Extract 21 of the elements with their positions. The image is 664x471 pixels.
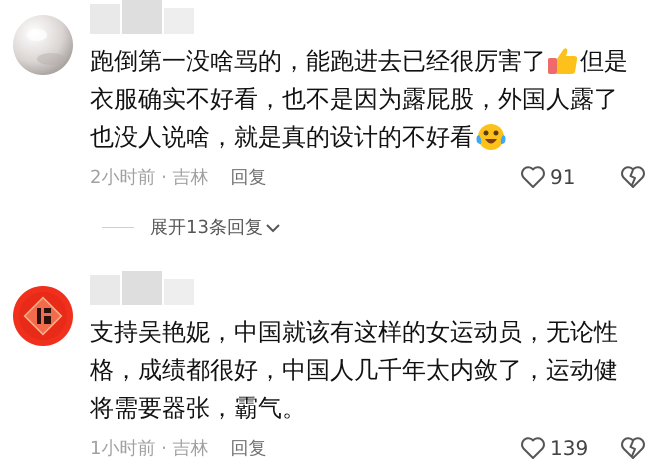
comment-text: 支持吴艳妮，中国就该有这样的女运动员，无论性 bbox=[90, 317, 618, 348]
comment-text: 衣服确实不好看，也不是因为露屁股，外国人露了 bbox=[90, 84, 618, 115]
heart-icon[interactable] bbox=[520, 436, 546, 460]
like-count: 91 bbox=[550, 164, 576, 191]
reply-link[interactable]: 回复 bbox=[230, 164, 267, 190]
broken-heart-icon[interactable] bbox=[620, 436, 646, 460]
chevron-down-icon bbox=[264, 222, 281, 234]
comment-text: 跑倒第一没啥骂的，能跑进去已经很厉害了 bbox=[90, 46, 546, 77]
comment-time-location: 2小时前 · 吉林 bbox=[90, 166, 209, 190]
thumbs-up-icon bbox=[547, 46, 579, 76]
reply-link[interactable]: 回复 bbox=[230, 434, 267, 462]
like-count: 139 bbox=[550, 435, 590, 462]
comment-text: 格，成绩都很好，中国人几千年太内敛了，运动健 bbox=[90, 355, 618, 386]
heart-icon[interactable] bbox=[520, 165, 546, 189]
broken-heart-icon[interactable] bbox=[620, 165, 646, 189]
laughing-crying-icon bbox=[475, 122, 507, 152]
comment-text: 也没人说啥，就是真的设计的不好看 bbox=[90, 122, 474, 153]
comment-text: 但是 bbox=[580, 46, 628, 77]
comment-text: 将需要器张，霸气。 bbox=[90, 393, 306, 424]
comment-time-location: 1小时前 · 吉林 bbox=[90, 436, 209, 460]
expand-replies-button[interactable]: 展开13条回复 bbox=[150, 214, 281, 241]
